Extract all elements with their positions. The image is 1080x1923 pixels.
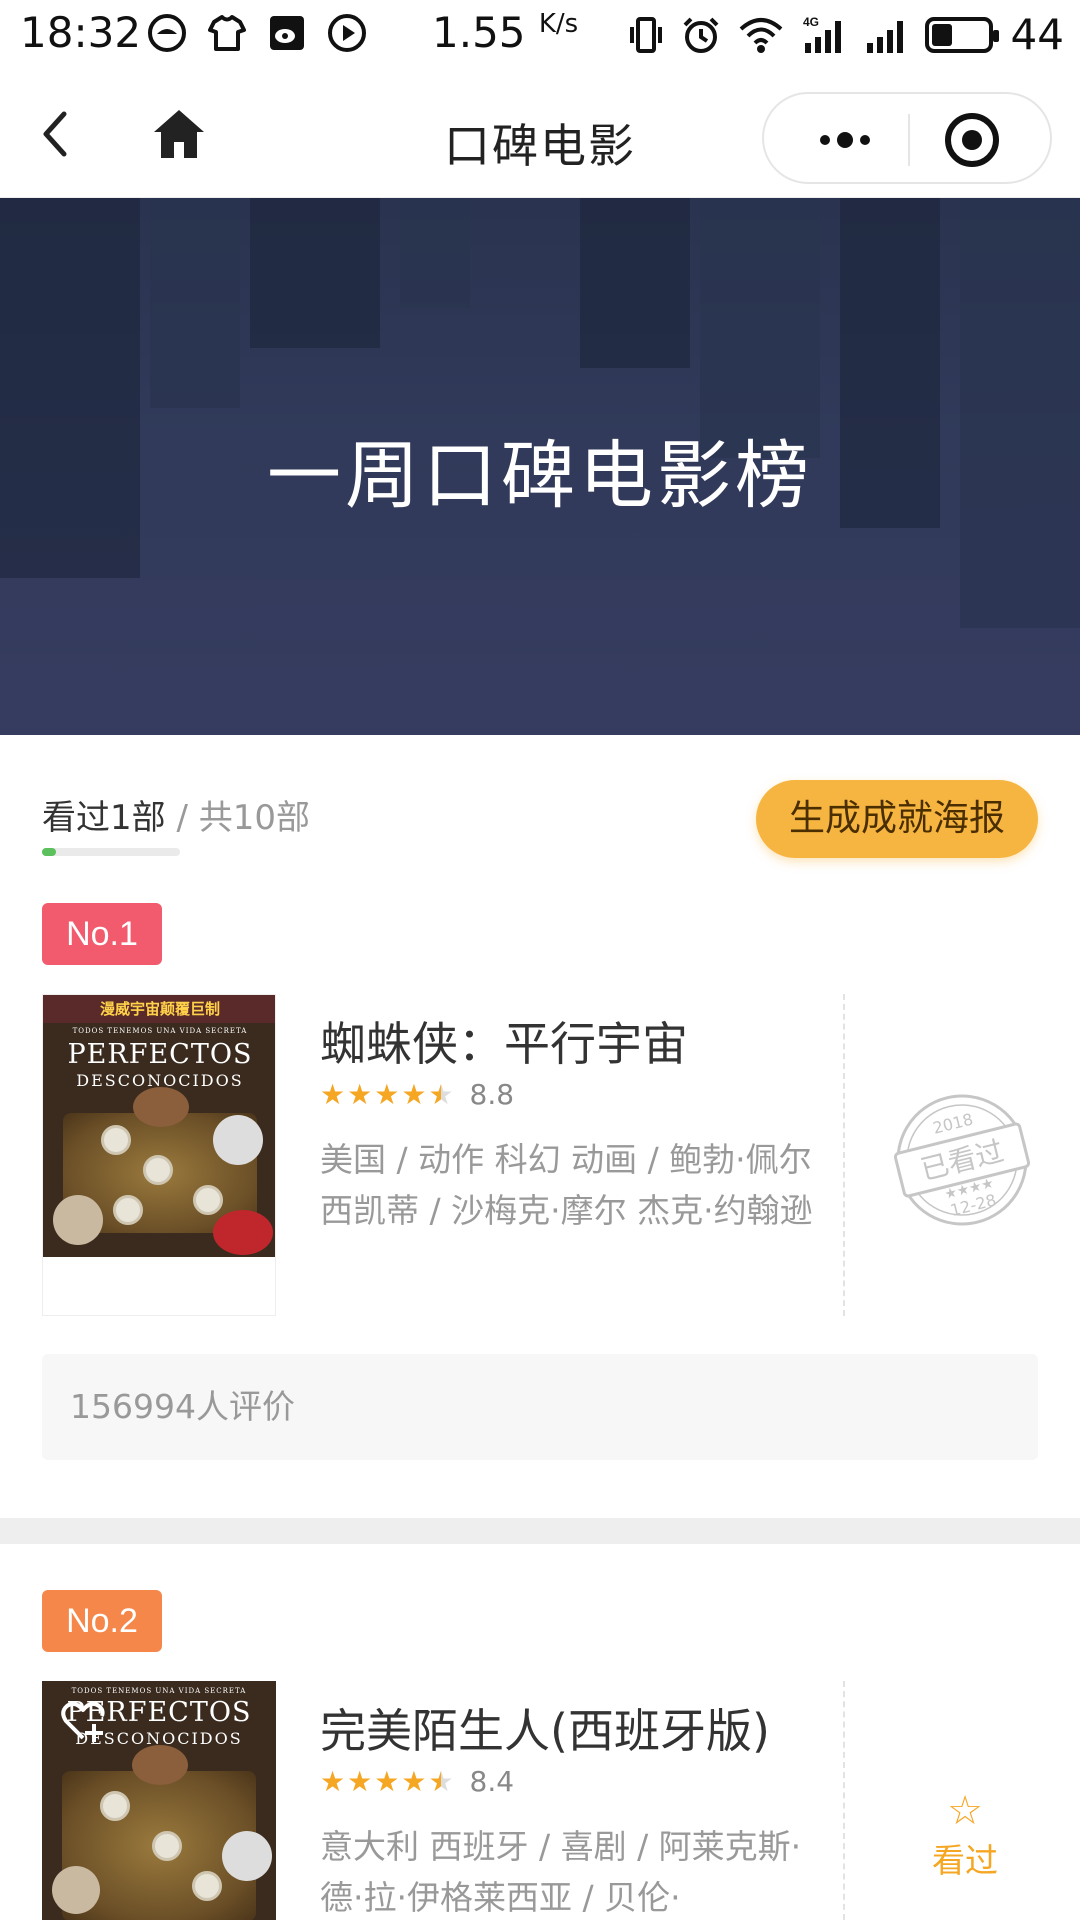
watched-stamp-icon: 2018 已看过 ★★★★ 12-28 — [893, 1094, 1031, 1226]
progress-bar — [42, 848, 180, 856]
poster-figure — [53, 1195, 103, 1245]
battery-icon — [924, 16, 999, 53]
poster-strip-text: 漫威宇宙颠覆巨制 — [43, 995, 275, 1023]
star-full-icon: ★ — [320, 1765, 346, 1798]
weibo-icon — [270, 16, 304, 50]
star-half-icon: ★ — [428, 1078, 454, 1111]
banner-building — [400, 198, 470, 308]
poster-plate — [101, 1125, 131, 1155]
movie-meta: 美国 / 动作 科幻 动画 / 鲍勃·佩尔西凯蒂 / 沙梅克·摩尔 杰克·约翰逊 — [320, 1140, 813, 1230]
rank-badge: No.2 — [42, 1590, 162, 1652]
banner-title: 一周口碑电影榜 — [267, 433, 813, 519]
mark-seen-label: 看过 — [932, 1841, 998, 1880]
poster-plate — [193, 1185, 223, 1215]
rank-badge: No.1 — [42, 903, 162, 965]
watched-progress-label: 看过1部 / 共10部 — [42, 790, 310, 839]
section-separator — [0, 1518, 1080, 1544]
poster-figure — [213, 1115, 263, 1165]
star-half-icon: ★ — [428, 1765, 454, 1798]
poster-figure — [222, 1831, 272, 1881]
movie-title[interactable]: 蜘蛛侠：平行宇宙 — [320, 1008, 688, 1074]
poster-plate — [143, 1155, 173, 1185]
notification-icons — [146, 12, 368, 54]
movie-title[interactable]: 完美陌生人(西班牙版) — [320, 1695, 770, 1761]
card-divider — [843, 1681, 845, 1920]
poster-figure — [52, 1866, 100, 1914]
battery-percent: 44 — [1010, 10, 1064, 59]
target-circle-icon[interactable] — [942, 110, 1002, 170]
heart-plus-icon[interactable] — [58, 1696, 108, 1746]
star-outline-icon: ☆ — [947, 1788, 983, 1834]
svg-text:4G: 4G — [803, 15, 819, 29]
rating-score: 8.8 — [469, 1078, 515, 1111]
mark-seen-button[interactable]: ☆ 看过 — [900, 1786, 1030, 1896]
network-speed-unit: K/s — [538, 9, 579, 39]
battery-level — [931, 23, 952, 46]
poster-image: 漫威宇宙颠覆巨制 TODOS TENEMOS UNA VIDA SECRETA … — [43, 995, 275, 1257]
alarm-icon — [683, 17, 718, 53]
banner-building — [250, 198, 380, 348]
review-count[interactable]: 156994人评价 — [42, 1354, 1038, 1460]
play-circle-icon — [328, 14, 366, 52]
mini-program-capsule — [762, 92, 1052, 184]
banner-building — [150, 198, 240, 408]
wifi-icon — [739, 17, 782, 53]
nav-bar: 口碑电影 — [0, 70, 1080, 198]
stamp-year: 2018 — [931, 1109, 975, 1137]
vibrate-icon — [629, 16, 662, 53]
banner-building — [580, 198, 690, 368]
network-speed: 1.55 K/s — [432, 8, 578, 57]
progress-fill — [42, 848, 56, 856]
generate-poster-button[interactable]: 生成成就海报 — [756, 780, 1038, 858]
capsule-divider — [908, 114, 910, 166]
poster-plate — [152, 1831, 182, 1861]
rating-stars: ★ ★ ★ ★ ★ 8.8 — [320, 1078, 514, 1111]
star-full-icon: ★ — [320, 1078, 346, 1111]
more-dots-icon[interactable] — [800, 112, 890, 168]
star-full-icon: ★ — [374, 1078, 400, 1111]
poster-figure — [132, 1745, 188, 1785]
status-bar: 18:32 1.55 K/s 4G 44 — [0, 0, 1080, 70]
poster-tagline: TODOS TENEMOS UNA VIDA SECRETA — [72, 1027, 248, 1035]
watched-count: 看过1部 — [42, 798, 166, 838]
total-count: 共10部 — [198, 798, 310, 838]
banner-building — [960, 198, 1080, 628]
poster-tagline: TODOS TENEMOS UNA VIDA SECRETA — [71, 1687, 247, 1695]
status-right-icons: 4G 44 — [629, 10, 1064, 59]
shirt-icon — [208, 15, 246, 51]
app-notification-icon — [148, 14, 186, 52]
banner: 一周口碑电影榜 — [0, 198, 1080, 735]
star-full-icon: ★ — [401, 1078, 427, 1111]
star-full-icon: ★ — [347, 1765, 373, 1798]
rating-score: 8.4 — [469, 1765, 515, 1798]
progress-separator: / — [165, 798, 199, 838]
card-divider — [843, 994, 845, 1316]
signal-icon — [866, 20, 903, 53]
poster-figure — [213, 1210, 273, 1255]
poster-figure — [133, 1087, 189, 1127]
movie-meta: 意大利 西班牙 / 喜剧 / 阿莱克斯·德·拉·伊格莱西亚 / 贝伦· — [320, 1827, 802, 1917]
star-full-icon: ★ — [401, 1765, 427, 1798]
poster-plate — [113, 1195, 143, 1225]
poster-plate — [100, 1791, 130, 1821]
rating-stars: ★ ★ ★ ★ ★ 8.4 — [320, 1765, 514, 1798]
star-full-icon: ★ — [347, 1078, 373, 1111]
star-full-icon: ★ — [374, 1765, 400, 1798]
poster-plate — [192, 1871, 222, 1901]
poster-title: PERFECTOS — [67, 1039, 253, 1070]
status-time: 18:32 — [20, 8, 142, 57]
movie-poster[interactable]: 漫威宇宙颠覆巨制 TODOS TENEMOS UNA VIDA SECRETA … — [42, 994, 276, 1316]
network-speed-value: 1.55 — [432, 8, 526, 57]
signal-4g-icon: 4G — [803, 15, 841, 53]
